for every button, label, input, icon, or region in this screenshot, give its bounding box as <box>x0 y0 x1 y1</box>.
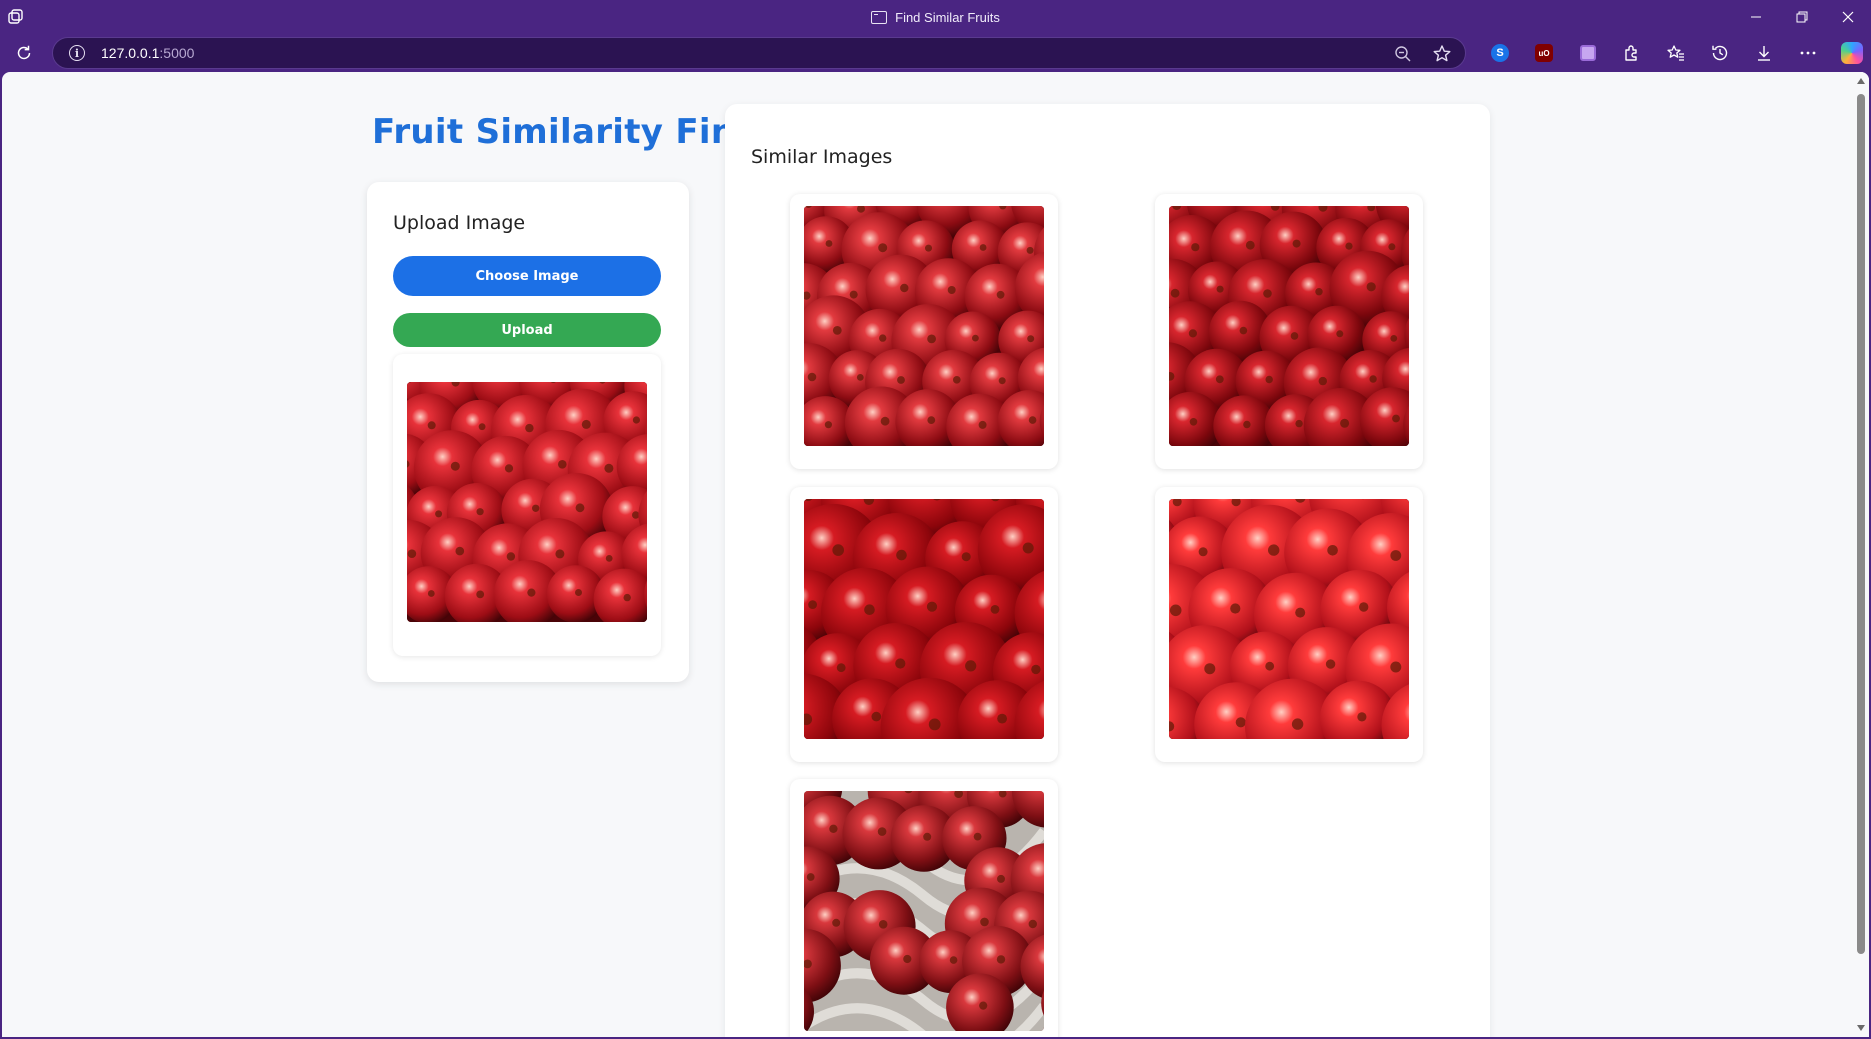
result-image <box>1169 206 1409 446</box>
minimize-icon <box>1751 16 1761 18</box>
url-text[interactable]: 127.0.0.1:5000 <box>101 38 194 68</box>
upload-button[interactable]: Upload <box>393 313 661 347</box>
close-icon <box>1842 11 1854 23</box>
restore-button[interactable] <box>1779 0 1825 34</box>
window-title: Find Similar Fruits <box>0 0 1871 34</box>
extension-shazam-icon: S <box>1491 44 1509 62</box>
upload-card: Upload Image Choose Image Upload <box>367 182 689 682</box>
reload-icon <box>17 45 31 60</box>
result-image <box>804 791 1044 1031</box>
browser-titlebar: Find Similar Fruits <box>0 0 1871 34</box>
favorites-button[interactable] <box>1654 34 1698 72</box>
result-item[interactable] <box>790 779 1058 1037</box>
scroll-down-arrow-icon[interactable] <box>1857 1025 1865 1031</box>
extension-purple-button[interactable] <box>1566 34 1610 72</box>
page-scrollbar[interactable] <box>1853 72 1869 1037</box>
results-card: Similar Images <box>725 104 1490 1037</box>
restore-icon <box>1796 11 1808 23</box>
history-button[interactable] <box>1698 34 1742 72</box>
copilot-icon <box>1841 42 1863 64</box>
result-item[interactable] <box>1155 487 1423 762</box>
upload-preview <box>393 354 661 656</box>
extension-shazam-button[interactable]: S <box>1478 34 1522 72</box>
more-icon <box>1800 51 1816 55</box>
window-controls <box>1733 0 1871 34</box>
favorite-star-icon[interactable] <box>1431 43 1453 65</box>
extensions-icon <box>1625 45 1637 61</box>
more-button[interactable] <box>1786 34 1830 72</box>
reload-button[interactable] <box>12 41 36 65</box>
info-icon[interactable]: i <box>69 45 85 61</box>
scrollbar-thumb[interactable] <box>1857 94 1865 954</box>
zoom-out-icon[interactable] <box>1393 44 1413 64</box>
favorites-icon <box>1667 45 1684 61</box>
minimize-button[interactable] <box>1733 0 1779 34</box>
upload-heading: Upload Image <box>393 212 526 234</box>
downloads-button[interactable] <box>1742 34 1786 72</box>
extension-ublock-icon: uO <box>1535 44 1553 62</box>
close-button[interactable] <box>1825 0 1871 34</box>
result-item[interactable] <box>790 487 1058 762</box>
toolbar-icons: S uO <box>1478 34 1871 72</box>
result-item[interactable] <box>790 194 1058 469</box>
extension-purple-icon <box>1580 45 1596 61</box>
extension-ublock-button[interactable]: uO <box>1522 34 1566 72</box>
address-bar[interactable]: i 127.0.0.1:5000 <box>52 37 1466 69</box>
copilot-button[interactable] <box>1830 34 1871 72</box>
browser-toolbar: i 127.0.0.1:5000 S uO <box>0 34 1871 72</box>
history-icon <box>1712 45 1728 61</box>
page-viewport: Fruit Similarity Finder Upload Image Cho… <box>2 72 1869 1037</box>
result-image <box>1169 499 1409 739</box>
extensions-button[interactable] <box>1610 34 1654 72</box>
window-title-text: Find Similar Fruits <box>895 9 1000 25</box>
result-image <box>804 499 1044 739</box>
url-port: :5000 <box>159 45 195 61</box>
choose-image-button[interactable]: Choose Image <box>393 256 661 296</box>
result-item[interactable] <box>1155 194 1423 469</box>
result-image <box>804 206 1044 446</box>
results-heading: Similar Images <box>751 146 893 168</box>
url-host: 127.0.0.1 <box>101 45 160 61</box>
page-icon <box>871 10 888 24</box>
uploaded-image-preview <box>407 382 647 622</box>
downloads-icon <box>1758 46 1770 61</box>
scroll-up-arrow-icon[interactable] <box>1857 78 1865 84</box>
